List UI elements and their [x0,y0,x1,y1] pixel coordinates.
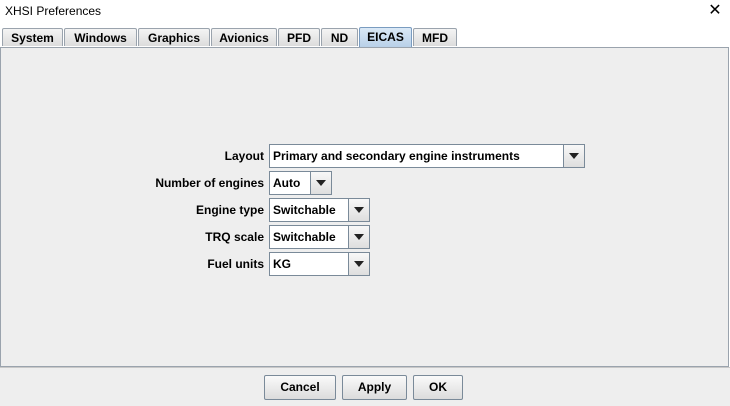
trq-scale-value: Switchable [273,230,336,244]
tab-pfd[interactable]: PFD [278,28,320,46]
chevron-down-icon[interactable] [348,226,369,248]
eicas-panel: Layout Primary and secondary engine inst… [0,47,729,367]
engines-value: Auto [273,176,301,190]
fuel-units-select[interactable]: KG [269,252,370,276]
engines-label: Number of engines [155,176,264,190]
tab-mfd[interactable]: MFD [413,28,457,46]
chevron-down-icon[interactable] [310,172,331,194]
layout-select[interactable]: Primary and secondary engine instruments [269,144,585,168]
tab-eicas[interactable]: EICAS [359,27,412,47]
ok-button[interactable]: OK [413,375,463,400]
window-title: XHSI Preferences [5,4,102,18]
fuel-units-value: KG [273,257,291,271]
tab-windows[interactable]: Windows [64,28,137,46]
engine-type-value: Switchable [273,203,336,217]
layout-value: Primary and secondary engine instruments [273,149,520,163]
tab-avionics[interactable]: Avionics [211,28,277,46]
button-bar: Cancel Apply OK [0,367,730,406]
engine-type-select[interactable]: Switchable [269,198,370,222]
close-icon[interactable]: ✕ [700,0,730,24]
engines-select[interactable]: Auto [269,171,332,195]
title-bar: XHSI Preferences ✕ [0,0,730,26]
chevron-down-icon[interactable] [348,253,369,275]
tab-nd[interactable]: ND [321,28,358,46]
chevron-down-icon[interactable] [563,145,584,167]
trq-scale-select[interactable]: Switchable [269,225,370,249]
trq-scale-label: TRQ scale [205,230,264,244]
tab-graphics[interactable]: Graphics [138,28,210,46]
chevron-down-icon[interactable] [348,199,369,221]
layout-label: Layout [224,149,264,163]
apply-button[interactable]: Apply [342,375,407,400]
engine-type-label: Engine type [195,203,264,217]
cancel-button[interactable]: Cancel [264,375,336,400]
tab-system[interactable]: System [2,28,63,46]
fuel-units-label: Fuel units [207,257,264,271]
